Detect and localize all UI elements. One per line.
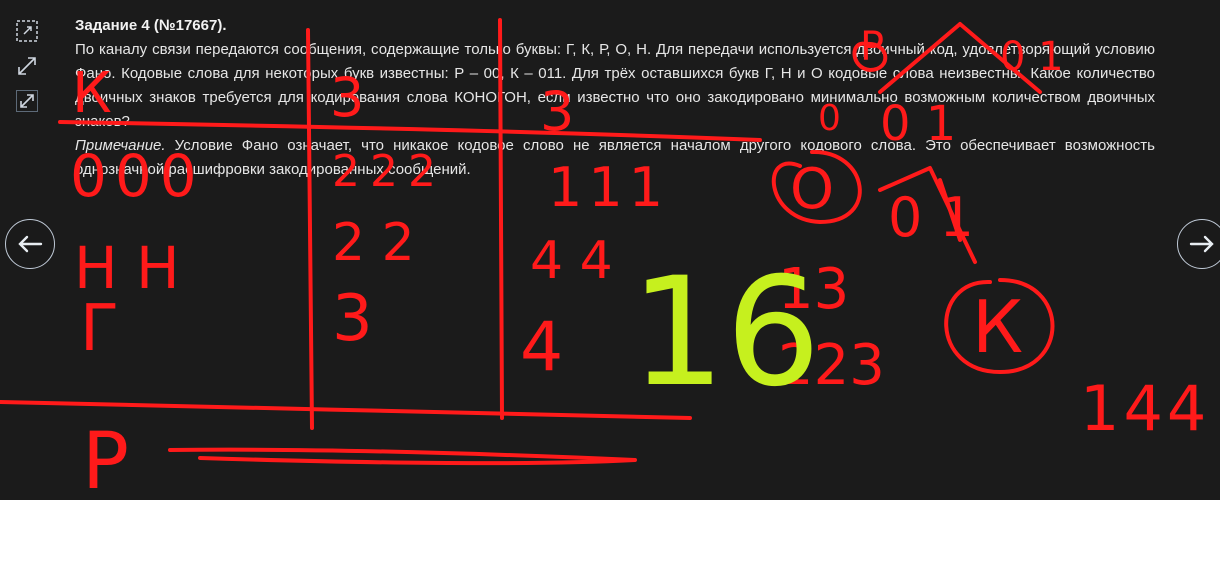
- col1-row2: Н Н: [74, 234, 180, 302]
- task-paragraph: По каналу связи передаются сообщения, со…: [75, 41, 1155, 130]
- whiteboard: Задание 4 (№17667). По каналу связи пере…: [0, 0, 1220, 500]
- tree-node-k-circle: [944, 278, 1055, 374]
- sum-bottom: 223: [778, 333, 885, 398]
- note-text: Условие Фано означает, что никакое кодов…: [75, 137, 1155, 178]
- total-green: 16: [630, 246, 821, 420]
- sum-top: 13: [778, 257, 849, 322]
- tree-node-k: К: [972, 285, 1023, 369]
- table-bottom-line: [0, 400, 692, 420]
- arrow-right-icon: [1189, 235, 1214, 253]
- right-number: 144: [1080, 372, 1210, 445]
- tree-branch2-digits: 0 1: [888, 186, 974, 249]
- arrow-left-icon: [18, 235, 43, 253]
- task-note: Примечание. Условие Фано означает, что н…: [75, 134, 1155, 182]
- collapse-icon[interactable]: [14, 88, 40, 114]
- col3-row3: 4: [520, 308, 563, 387]
- tree-branch2: [878, 166, 977, 264]
- col3-row2: 4 4: [530, 231, 613, 291]
- prev-button[interactable]: [5, 219, 55, 269]
- toolbar: [14, 18, 44, 123]
- task-text: Задание 4 (№17667). По каналу связи пере…: [75, 14, 1155, 182]
- table-baseline-stroke: [168, 447, 637, 466]
- tree-to-k: [938, 178, 962, 242]
- expand-icon[interactable]: [14, 53, 40, 79]
- task-title: Задание 4 (№17667).: [75, 17, 227, 34]
- col2-row3: 3: [332, 282, 373, 356]
- bottom-letter: Р: [82, 417, 129, 500]
- next-button[interactable]: [1177, 219, 1220, 269]
- select-icon[interactable]: [14, 18, 40, 44]
- note-label: Примечание.: [75, 137, 166, 154]
- col2-row2: 2 2: [332, 213, 415, 273]
- col1-row3: Г: [80, 292, 119, 366]
